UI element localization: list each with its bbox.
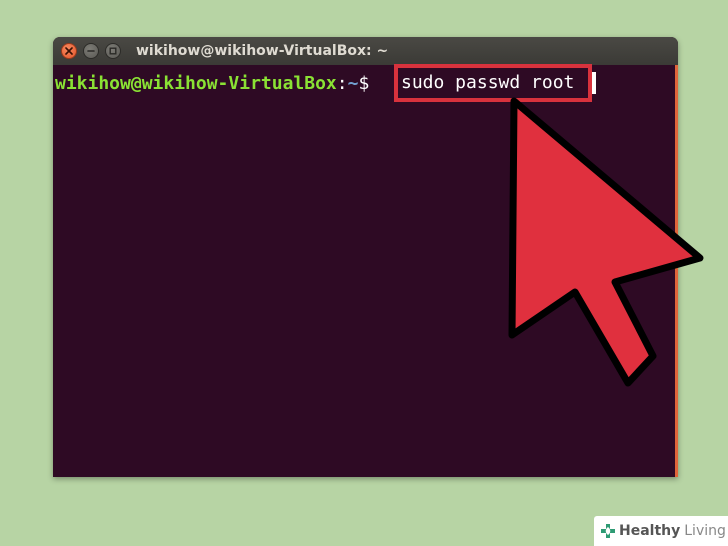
terminal-output-area[interactable] bbox=[53, 65, 675, 477]
window-title: wikihow@wikihow-VirtualBox: ~ bbox=[136, 43, 389, 59]
terminal-prompt: wikihow@wikihow-VirtualBox:~$ bbox=[55, 72, 369, 96]
terminal-cursor bbox=[592, 72, 596, 94]
window-titlebar[interactable]: wikihow@wikihow-VirtualBox: ~ bbox=[53, 37, 678, 65]
terminal-command-input[interactable]: sudo passwd root bbox=[401, 71, 574, 95]
watermark-brand-suffix: Living bbox=[684, 523, 726, 539]
watermark-brand: Healthy bbox=[619, 523, 681, 539]
maximize-icon bbox=[109, 47, 117, 55]
close-icon bbox=[65, 47, 73, 55]
terminal-scroll-edge bbox=[675, 65, 678, 477]
close-button[interactable] bbox=[61, 43, 77, 59]
maximize-button[interactable] bbox=[105, 43, 121, 59]
prompt-path: ~ bbox=[347, 73, 359, 94]
prompt-user-host: wikihow@wikihow-VirtualBox bbox=[55, 73, 337, 94]
healthy-living-logo bbox=[601, 524, 615, 538]
terminal-window: wikihow@wikihow-VirtualBox: ~ bbox=[53, 37, 678, 477]
prompt-symbol: $ bbox=[358, 73, 370, 94]
minimize-icon bbox=[87, 50, 95, 52]
minimize-button[interactable] bbox=[83, 43, 99, 59]
prompt-separator: : bbox=[336, 73, 348, 94]
watermark: Healthy Living bbox=[594, 516, 728, 546]
